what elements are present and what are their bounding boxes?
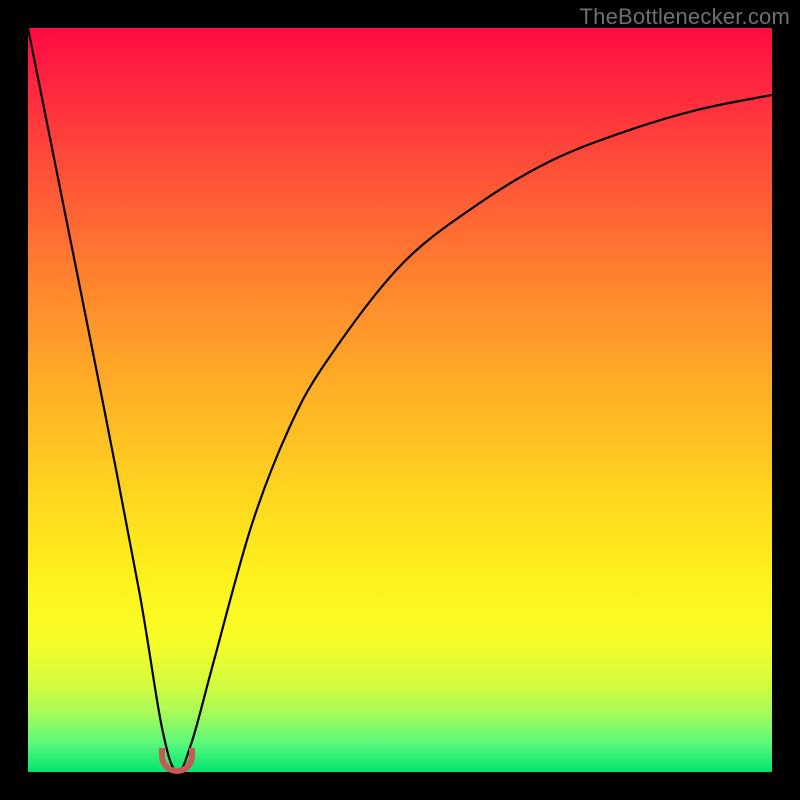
plot-area — [28, 28, 772, 772]
outer-frame: TheBottlenecker.com — [0, 0, 800, 800]
curve-svg — [28, 28, 772, 772]
bottleneck-curve — [28, 28, 772, 772]
watermark-text: TheBottlenecker.com — [580, 4, 790, 30]
